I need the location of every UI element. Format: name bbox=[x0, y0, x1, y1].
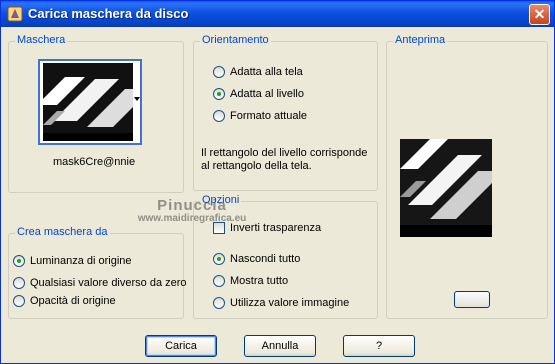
hide-all-radio[interactable]: Nascondi tutto bbox=[213, 253, 300, 265]
source-luminance-radio[interactable]: Luminanza di origine bbox=[13, 255, 132, 267]
watermark: Pinuccia www.maidiregrafica.eu bbox=[107, 198, 277, 224]
preview-toggle-button[interactable] bbox=[454, 291, 490, 308]
close-icon: ✕ bbox=[533, 6, 546, 22]
radio-button-icon[interactable] bbox=[213, 66, 225, 78]
window-title: Carica maschera da disco bbox=[28, 6, 189, 21]
app-icon bbox=[7, 6, 23, 22]
any-nonzero-value-radio[interactable]: Qualsiasi valore diverso da zero bbox=[13, 277, 187, 289]
watermark-name: Pinuccia bbox=[157, 197, 227, 214]
mask-thumbnail bbox=[43, 63, 133, 141]
orientation-current-size-radio[interactable]: Formato attuale bbox=[213, 110, 307, 122]
orientation-fit-canvas-label: Adatta alla tela bbox=[230, 66, 303, 78]
radio-button-icon[interactable] bbox=[13, 295, 25, 307]
source-opacity-label: Opacità di origine bbox=[30, 295, 116, 307]
source-opacity-radio[interactable]: Opacità di origine bbox=[13, 295, 116, 307]
orientation-group-legend: Orientamento bbox=[200, 34, 271, 46]
preview-group-legend: Anteprima bbox=[393, 34, 448, 46]
use-image-value-label: Utilizza valore immagine bbox=[230, 297, 350, 309]
show-all-radio[interactable]: Mostra tutto bbox=[213, 275, 288, 287]
source-luminance-label: Luminanza di origine bbox=[30, 255, 132, 267]
radio-button-icon[interactable] bbox=[13, 277, 25, 289]
load-button[interactable]: Carica bbox=[145, 335, 217, 357]
hide-all-label: Nascondi tutto bbox=[230, 253, 301, 265]
title-bar[interactable]: Carica maschera da disco ✕ bbox=[1, 1, 554, 27]
mask-thumbnail-dropdown[interactable] bbox=[38, 59, 142, 145]
radio-button-icon[interactable] bbox=[213, 297, 225, 309]
mask-group-legend: Maschera bbox=[15, 34, 68, 46]
watermark-url: www.maidiregrafica.eu bbox=[137, 213, 247, 224]
radio-button-checked-icon[interactable] bbox=[213, 253, 225, 265]
orientation-fit-canvas-radio[interactable]: Adatta alla tela bbox=[213, 66, 303, 78]
radio-button-icon[interactable] bbox=[213, 110, 225, 122]
dialog-window: Carica maschera da disco ✕ Maschera mask… bbox=[0, 0, 555, 364]
mask-name: mask6Cre@nnie bbox=[53, 156, 136, 168]
create-mask-group-legend: Crea maschera da bbox=[15, 226, 110, 238]
cancel-button[interactable]: Annulla bbox=[244, 335, 316, 357]
any-nonzero-value-label: Qualsiasi valore diverso da zero bbox=[30, 277, 187, 289]
close-button[interactable]: ✕ bbox=[529, 4, 550, 25]
use-image-value-radio[interactable]: Utilizza valore immagine bbox=[213, 297, 349, 309]
show-all-label: Mostra tutto bbox=[230, 275, 289, 287]
preview-image bbox=[400, 139, 492, 237]
orientation-fit-layer-radio[interactable]: Adatta al livello bbox=[213, 88, 304, 100]
radio-button-icon[interactable] bbox=[213, 275, 225, 287]
help-button[interactable]: ? bbox=[343, 335, 415, 357]
radio-button-checked-icon[interactable] bbox=[213, 88, 225, 100]
orientation-description: Il rettangolo del livello corrisponde al… bbox=[201, 147, 368, 172]
chevron-down-icon[interactable] bbox=[134, 97, 140, 101]
radio-button-checked-icon[interactable] bbox=[13, 255, 25, 267]
orientation-fit-layer-label: Adatta al livello bbox=[230, 88, 304, 100]
orientation-current-size-label: Formato attuale bbox=[230, 110, 308, 122]
